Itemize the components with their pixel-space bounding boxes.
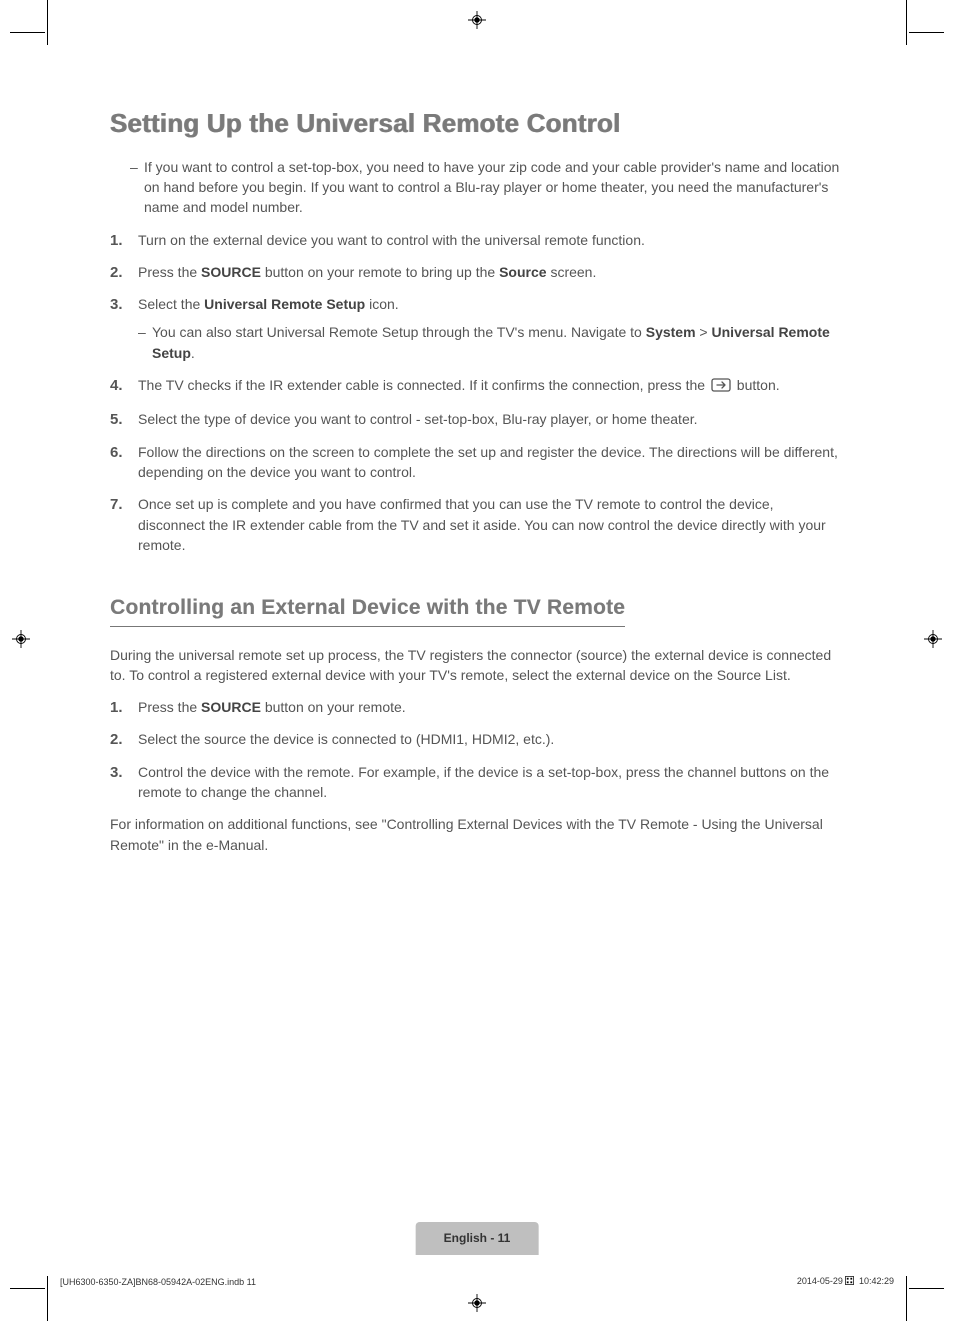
page-number-tab: English - 11 [416, 1222, 539, 1255]
step-text: Press the SOURCE button on your remote t… [138, 264, 596, 280]
step-2: Press the SOURCE button on your remote t… [110, 262, 844, 282]
step-5: Select the type of device you want to co… [110, 409, 844, 429]
clock-icon [845, 1276, 854, 1289]
step-3-subnote: – You can also start Universal Remote Se… [138, 322, 844, 363]
step-text: Once set up is complete and you have con… [138, 496, 826, 553]
step-text: Follow the directions on the screen to c… [138, 444, 838, 480]
step-7: Once set up is complete and you have con… [110, 494, 844, 555]
registration-mark-icon [468, 11, 486, 29]
dash-icon: – [130, 157, 144, 218]
crop-mark [906, 1276, 907, 1321]
page-title: Setting Up the Universal Remote Control [110, 105, 844, 143]
controlling-steps: Press the SOURCE button on your remote. … [110, 697, 844, 802]
step-text: The TV checks if the IR extender cable i… [138, 377, 780, 393]
section-subtitle: Controlling an External Device with the … [110, 593, 625, 626]
step-text: Select the source the device is connecte… [138, 731, 554, 747]
setup-steps: Turn on the external device you want to … [110, 230, 844, 556]
step-text: Control the device with the remote. For … [138, 764, 829, 800]
ctrl-step-2: Select the source the device is connecte… [110, 729, 844, 749]
step-4: The TV checks if the IR extender cable i… [110, 375, 844, 397]
registration-mark-icon [12, 630, 30, 648]
crop-mark [906, 0, 907, 45]
crop-mark [10, 1288, 45, 1289]
content-area: Setting Up the Universal Remote Control … [110, 105, 844, 867]
controlling-intro: During the universal remote set up proce… [110, 645, 844, 686]
footer-filename: [UH6300-6350-ZA]BN68-05942A-02ENG.indb 1… [60, 1276, 256, 1289]
step-1: Turn on the external device you want to … [110, 230, 844, 250]
page: Setting Up the Universal Remote Control … [0, 0, 954, 1321]
ctrl-step-3: Control the device with the remote. For … [110, 762, 844, 803]
step-3-subtext: You can also start Universal Remote Setu… [152, 322, 844, 363]
crop-mark [47, 1276, 48, 1321]
crop-mark [909, 32, 944, 33]
registration-mark-icon [468, 1294, 486, 1312]
step-text: Select the type of device you want to co… [138, 411, 698, 427]
step-text: Press the SOURCE button on your remote. [138, 699, 406, 715]
registration-mark-icon [924, 630, 942, 648]
intro-text: If you want to control a set-top-box, yo… [144, 157, 844, 218]
intro-note: – If you want to control a set-top-box, … [130, 157, 844, 218]
ctrl-step-1: Press the SOURCE button on your remote. [110, 697, 844, 717]
crop-mark [10, 32, 45, 33]
dash-icon: – [138, 322, 152, 363]
footer-timestamp: 2014-05-29 10:42:29 [797, 1275, 894, 1289]
crop-mark [909, 1288, 944, 1289]
enter-button-icon [711, 377, 731, 397]
crop-mark [47, 0, 48, 45]
step-text: Select the Universal Remote Setup icon. [138, 296, 399, 312]
step-6: Follow the directions on the screen to c… [110, 442, 844, 483]
closing-paragraph: For information on additional functions,… [110, 814, 844, 855]
step-text: Turn on the external device you want to … [138, 232, 645, 248]
step-3: Select the Universal Remote Setup icon. … [110, 294, 844, 363]
